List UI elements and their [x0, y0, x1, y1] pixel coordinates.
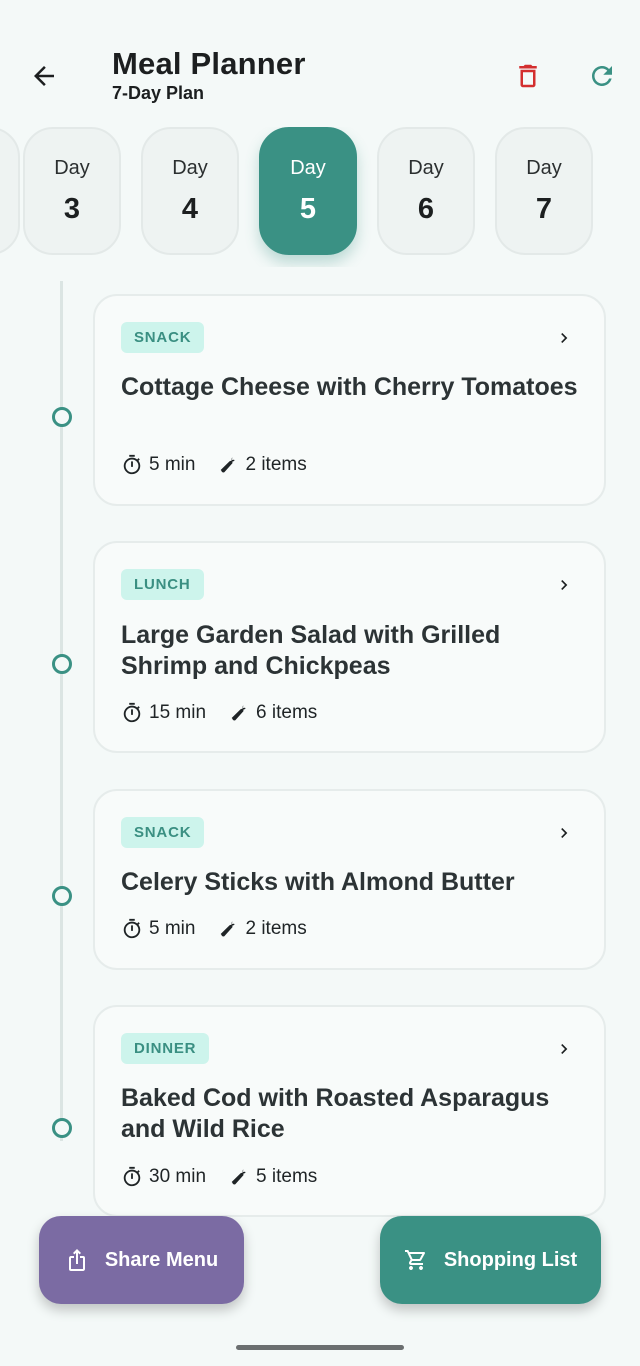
- shopping-list-button[interactable]: Shopping List: [380, 1216, 601, 1304]
- meal-time: 30 min: [149, 1166, 207, 1187]
- trash-icon: [519, 64, 537, 88]
- chevron-right-icon: [561, 1044, 568, 1054]
- day-number: 3: [63, 193, 81, 225]
- meal-type-badge: LUNCH: [121, 569, 204, 600]
- timeline-dot: [52, 886, 72, 906]
- timer-icon: [123, 702, 141, 723]
- refresh-button[interactable]: [580, 56, 624, 96]
- meal-time: 5 min: [149, 918, 196, 939]
- meal-title: Large Garden Salad with Grilled Shrimp a…: [121, 621, 501, 680]
- carrot-icon: [221, 457, 236, 473]
- timeline-dot: [52, 1118, 72, 1138]
- day-number: 4: [181, 193, 199, 225]
- meal-meta: 15 min 6 items: [121, 702, 317, 724]
- meal-title: Baked Cod with Roasted Asparagus and Wil…: [121, 1084, 550, 1143]
- timer-icon: [123, 1166, 141, 1187]
- chevron-right-icon: [561, 828, 568, 838]
- title-block: Meal Planner 7-Day Plan: [112, 46, 306, 104]
- page-title: Meal Planner: [112, 46, 306, 81]
- cart-icon: [404, 1250, 425, 1270]
- day-chip-7[interactable]: Day 7: [495, 127, 593, 255]
- day-label: Day: [54, 157, 90, 179]
- meal-planner-screen: Meal Planner 7-Day Plan Day 3 Day 4 Day …: [0, 0, 640, 1366]
- timer-icon: [123, 918, 141, 939]
- meal-type-badge: DINNER: [121, 1033, 210, 1064]
- share-menu-label: Share Menu: [104, 1248, 219, 1271]
- day-number: 6: [417, 193, 435, 225]
- share-icon: [68, 1249, 85, 1271]
- meal-card[interactable]: DINNER Baked Cod with Roasted Asparagus …: [93, 1005, 606, 1217]
- meal-items: 2 items: [245, 454, 307, 475]
- day-label: Day: [172, 157, 208, 179]
- back-button[interactable]: [24, 56, 64, 96]
- timeline-dot: [52, 407, 72, 427]
- meal-time: 5 min: [149, 454, 196, 475]
- meal-meta: 5 min 2 items: [121, 918, 307, 940]
- day-selector: Day 3 Day 4 Day 5 Day 6 Day 7: [0, 127, 640, 267]
- meal-title: Cottage Cheese with Cherry Tomatoes: [121, 373, 578, 401]
- meal-card[interactable]: SNACK Celery Sticks with Almond Butter 5…: [93, 789, 606, 970]
- day-label: Day: [408, 157, 444, 179]
- meal-card[interactable]: LUNCH Large Garden Salad with Grilled Sh…: [93, 541, 606, 753]
- day-number: 5: [299, 193, 317, 225]
- meal-type-badge: SNACK: [121, 322, 205, 353]
- day-chip-4[interactable]: Day 4: [141, 127, 239, 255]
- meal-meta: 5 min 2 items: [121, 454, 307, 476]
- meal-meta: 30 min 5 items: [121, 1166, 317, 1188]
- carrot-icon: [231, 1169, 246, 1185]
- meal-items: 6 items: [256, 702, 318, 723]
- day-chip-3[interactable]: Day 3: [23, 127, 121, 255]
- day-chip-5-selected[interactable]: Day 5: [259, 127, 357, 255]
- share-menu-button[interactable]: Share Menu: [39, 1216, 244, 1304]
- meal-type-badge: SNACK: [121, 817, 205, 848]
- day-number: 7: [535, 193, 553, 225]
- app-header: Meal Planner 7-Day Plan: [0, 0, 640, 120]
- day-label: Day: [526, 157, 562, 179]
- timeline-dot: [52, 654, 72, 674]
- day-chip-6[interactable]: Day 6: [377, 127, 475, 255]
- home-indicator[interactable]: [236, 1345, 404, 1350]
- refresh-icon: [592, 66, 612, 86]
- arrow-left-icon: [34, 66, 54, 86]
- meal-title: Celery Sticks with Almond Butter: [121, 868, 515, 896]
- meal-items: 5 items: [256, 1166, 318, 1187]
- shopping-list-label: Shopping List: [443, 1248, 578, 1271]
- chevron-right-icon: [561, 580, 568, 590]
- meal-time: 15 min: [149, 702, 207, 723]
- carrot-icon: [221, 921, 236, 937]
- meal-items: 2 items: [245, 918, 307, 939]
- day-chip-partial[interactable]: [0, 127, 20, 255]
- day-label: Day: [290, 157, 326, 179]
- page-subtitle: 7-Day Plan: [112, 83, 205, 103]
- meal-card[interactable]: SNACK Cottage Cheese with Cherry Tomatoe…: [93, 294, 606, 506]
- delete-button[interactable]: [506, 56, 550, 96]
- carrot-icon: [231, 705, 246, 721]
- chevron-right-icon: [561, 333, 568, 343]
- timer-icon: [123, 454, 141, 475]
